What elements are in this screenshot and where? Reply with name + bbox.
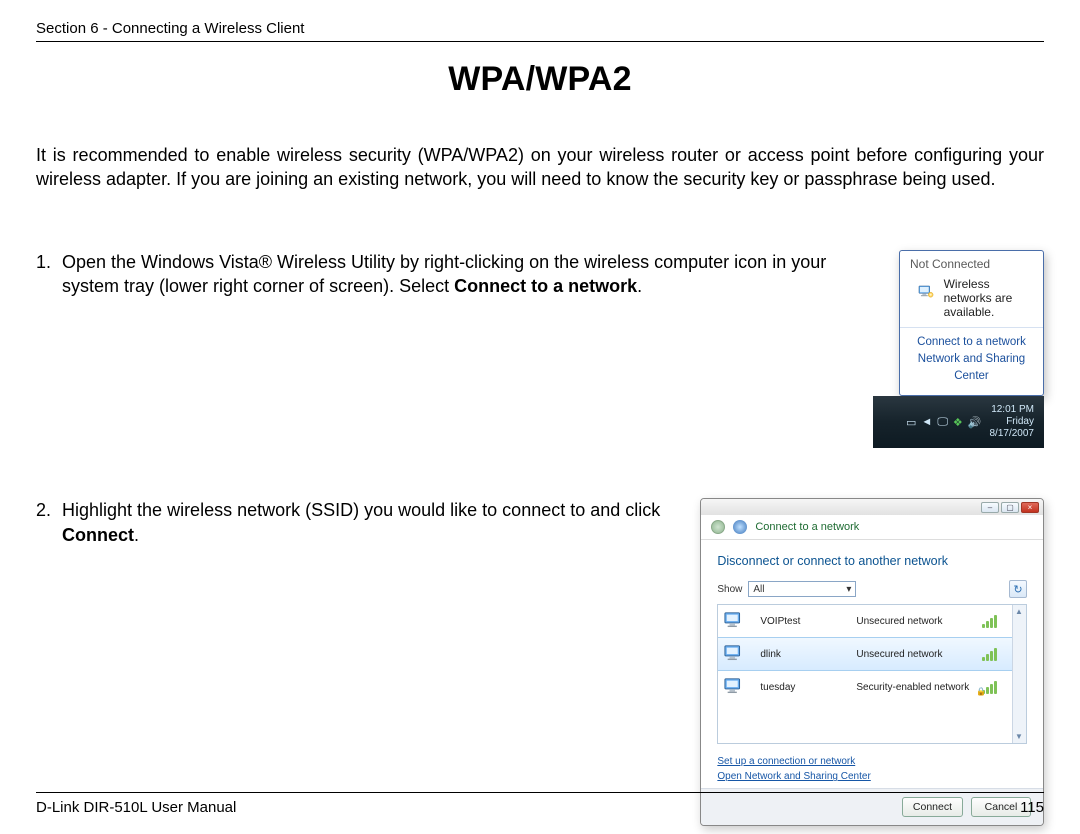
step-2: Highlight the wireless network (SSID) yo… [36, 498, 674, 547]
battery-icon: ▭ [906, 416, 916, 429]
network-security: Unsecured network [856, 616, 976, 627]
page-title: WPA/WPA2 [36, 60, 1044, 99]
network-list: VOIPtest Unsecured network dlink Unsecur… [717, 604, 1027, 744]
network-ssid: dlink [760, 649, 850, 660]
link-open-sharing-center[interactable]: Open Network and Sharing Center [717, 769, 1027, 784]
step-1: Open the Windows Vista® Wireless Utility… [36, 250, 847, 299]
monitor-icon [918, 285, 934, 311]
step-2-text-a: Highlight the wireless network (SSID) yo… [62, 500, 660, 520]
chevron-down-icon: ▾ [846, 584, 851, 595]
network-ssid: tuesday [760, 682, 850, 693]
figure-tray-popup: Not Connected Wireless networks are avai… [873, 250, 1044, 449]
refresh-button[interactable]: ↻ [1009, 580, 1027, 598]
network-pc-icon [724, 611, 746, 631]
globe-icon [733, 520, 747, 534]
popup-link-connect[interactable]: Connect to a network [906, 334, 1037, 351]
step-1-text-c: . [637, 276, 642, 296]
popup-link-sharing-center[interactable]: Network and Sharing Center [906, 351, 1037, 386]
shield-icon: ❖ [953, 416, 963, 429]
network-pc-icon [724, 677, 746, 697]
volume-icon[interactable]: 🔊 [968, 416, 982, 429]
maximize-button[interactable]: ▢ [1001, 502, 1019, 513]
signal-icon [982, 614, 1002, 628]
section-header: Section 6 - Connecting a Wireless Client [36, 20, 1044, 42]
close-button[interactable]: × [1021, 502, 1039, 513]
tray-time: 12:01 PM [990, 404, 1035, 416]
show-label: Show [717, 584, 742, 595]
intro-paragraph: It is recommended to enable wireless sec… [36, 143, 1044, 192]
tray-icons: ▭ ◄ 🖵 ❖ 🔊 [906, 416, 983, 429]
network-row[interactable]: VOIPtest Unsecured network [718, 605, 1026, 637]
step-1-text-a: Open the Windows Vista® Wireless Utility… [62, 252, 826, 296]
popup-available-text: Wireless networks are available. [944, 277, 1033, 319]
network-row[interactable]: dlink Unsecured network [718, 637, 1026, 671]
link-setup-connection[interactable]: Set up a connection or network [717, 754, 1027, 769]
network-ssid: VOIPtest [760, 616, 850, 627]
dialog-title: Connect to a network [755, 521, 859, 533]
step-2-bold: Connect [62, 525, 134, 545]
back-icon[interactable] [711, 520, 725, 534]
step-2-text-c: . [134, 525, 139, 545]
show-dropdown[interactable]: All ▾ [748, 581, 856, 597]
dialog-titlebar: – ▢ × [701, 499, 1043, 515]
network-row[interactable]: tuesday Security-enabled network [718, 671, 1026, 703]
dialog-heading: Disconnect or connect to another network [717, 554, 1027, 568]
tray-clock[interactable]: 12:01 PM Friday 8/17/2007 [990, 404, 1041, 440]
signal-icon [982, 647, 1002, 661]
network-pc-icon [724, 644, 746, 664]
chevron-left-icon[interactable]: ◄ [921, 416, 932, 428]
taskbar: ▭ ◄ 🖵 ❖ 🔊 12:01 PM Friday 8/17/2007 [873, 396, 1044, 448]
figure-connect-dialog: – ▢ × Connect to a network Disconnect or… [700, 498, 1044, 826]
minimize-button[interactable]: – [981, 502, 999, 513]
tray-date: 8/17/2007 [990, 428, 1035, 440]
footer-page-number: 115 [1020, 799, 1044, 816]
footer-manual-name: D-Link DIR-510L User Manual [36, 799, 236, 816]
tray-day: Friday [990, 416, 1035, 428]
show-dropdown-value: All [753, 584, 764, 595]
scrollbar[interactable] [1012, 605, 1026, 743]
network-security: Security-enabled network [856, 682, 976, 693]
network-monitor-icon[interactable]: 🖵 [937, 416, 948, 429]
signal-lock-icon [982, 680, 1002, 694]
step-1-bold: Connect to a network [454, 276, 637, 296]
popup-not-connected: Not Connected [900, 251, 1043, 275]
network-security: Unsecured network [856, 649, 976, 660]
